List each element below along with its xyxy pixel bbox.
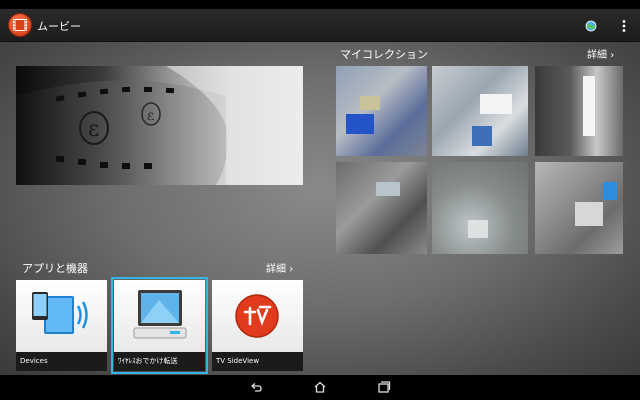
chevron-right-icon: › <box>610 50 615 61</box>
devices-icon <box>32 292 88 334</box>
action-bar: ムービー <box>0 9 640 42</box>
overflow-menu-icon[interactable] <box>618 19 630 33</box>
navigation-bar <box>0 375 640 400</box>
collection-detail-label: 詳細 <box>587 50 607 61</box>
status-bar <box>0 0 640 9</box>
film-icon[interactable] <box>8 13 32 37</box>
hero-film-reel-image[interactable]: ε ε <box>16 66 303 185</box>
apps-detail-link[interactable]: 詳細 › <box>266 260 293 275</box>
svg-text:ε: ε <box>88 117 99 142</box>
app-card-label: Devices <box>16 352 107 371</box>
app-title: ムービー <box>37 20 81 33</box>
svg-text:ε: ε <box>147 108 154 124</box>
apps-section-title: アプリと機器 <box>22 262 88 275</box>
app-card-wireless-transfer[interactable]: ﾜｲﾔﾚｽおでかけ転送 <box>111 277 208 374</box>
collection-thumbnail[interactable] <box>535 66 623 156</box>
collection-detail-link[interactable]: 詳細 › <box>587 46 614 61</box>
apps-detail-label: 詳細 <box>266 264 286 275</box>
back-icon[interactable] <box>249 380 263 394</box>
tv-sideview-icon <box>235 294 279 338</box>
chevron-right-icon: › <box>289 264 294 275</box>
collection-grid <box>336 66 623 254</box>
wireless-transfer-icon <box>133 290 187 339</box>
collection-thumbnail[interactable] <box>535 162 623 254</box>
collection-title: マイコレクション <box>340 48 428 61</box>
globe-icon[interactable] <box>585 20 597 32</box>
app-card-label: TV SideView <box>212 352 303 371</box>
collection-thumbnail[interactable] <box>432 162 528 254</box>
app-card-tv-sideview[interactable]: TV SideView <box>212 280 303 371</box>
home-icon[interactable] <box>313 380 327 394</box>
main-content: ε ε マイコレクション 詳細 › アプリと機器 詳細 › Devices ﾜｲ… <box>0 42 640 375</box>
collection-thumbnail[interactable] <box>432 66 528 156</box>
collection-thumbnail[interactable] <box>336 66 427 156</box>
app-card-label: ﾜｲﾔﾚｽおでかけ転送 <box>114 352 205 371</box>
app-card-devices[interactable]: Devices <box>16 280 107 371</box>
collection-thumbnail[interactable] <box>336 162 427 254</box>
recent-apps-icon[interactable] <box>377 380 391 394</box>
